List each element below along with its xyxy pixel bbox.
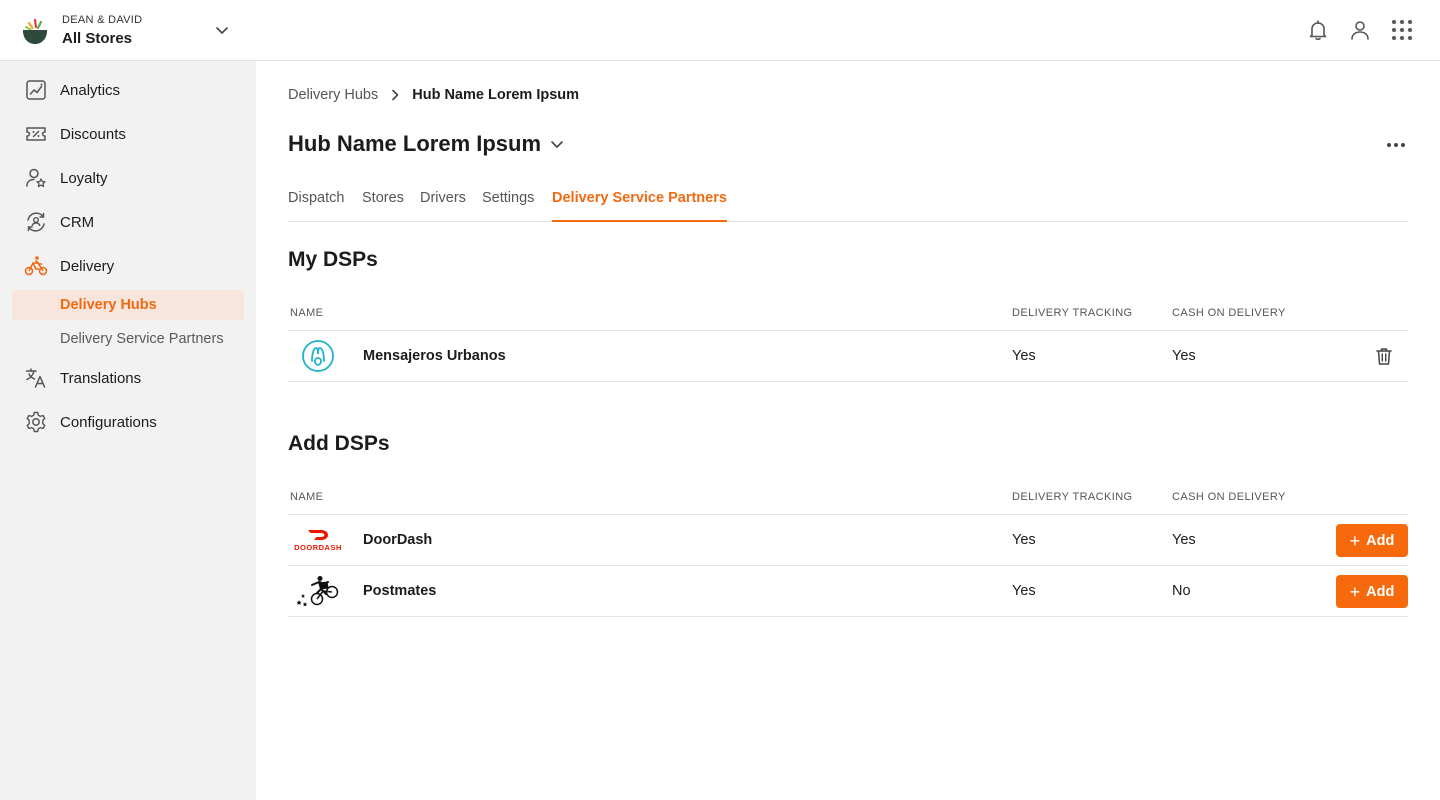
add-dsps-table: NAME DELIVERY TRACKING CASH ON DELIVERY …: [288, 479, 1408, 617]
doordash-logo: DOORDASH: [294, 523, 342, 557]
delivery-bike-icon: [24, 256, 48, 276]
tab-stores[interactable]: Stores: [362, 187, 404, 222]
breadcrumb-link-delivery-hubs[interactable]: Delivery Hubs: [288, 87, 378, 103]
tab-bar: Dispatch Stores Drivers Settings Deliver…: [288, 187, 1408, 222]
doordash-dash-icon: [308, 529, 328, 540]
sidebar-item-configurations[interactable]: Configurations: [12, 407, 244, 437]
sidebar-subitem-label: Delivery Service Partners: [60, 331, 224, 347]
sidebar-item-crm[interactable]: CRM: [12, 207, 244, 237]
dsp-delivery-tracking: Yes: [1012, 532, 1036, 548]
sidebar-item-label: Analytics: [60, 81, 121, 99]
hub-selector[interactable]: Hub Name Lorem Ipsum: [288, 131, 565, 157]
sidebar-subitem-label: Delivery Hubs: [60, 297, 157, 313]
tab-settings[interactable]: Settings: [482, 187, 534, 222]
column-header-delivery-tracking: DELIVERY TRACKING: [1012, 307, 1133, 319]
sidebar-item-label: Discounts: [60, 125, 126, 143]
my-dsps-table: NAME DELIVERY TRACKING CASH ON DELIVERY …: [288, 295, 1408, 382]
tab-dispatch[interactable]: Dispatch: [288, 187, 344, 222]
plus-icon: +: [1349, 581, 1361, 602]
dsp-cash-on-delivery: Yes: [1172, 348, 1196, 364]
sidebar-subitem-delivery-service-partners[interactable]: Delivery Service Partners: [12, 324, 244, 354]
table-row: DOORDASH DoorDash Yes Yes + Add: [288, 515, 1408, 566]
bell-icon[interactable]: [1306, 18, 1330, 42]
org-name: DEAN & DAVID: [62, 14, 143, 26]
sidebar-item-loyalty[interactable]: Loyalty: [12, 163, 244, 193]
sidebar-item-label: Translations: [60, 369, 142, 387]
loyalty-icon: [26, 168, 46, 188]
postmates-logo: [296, 574, 340, 608]
store-selector-label: All Stores: [62, 30, 133, 47]
add-postmates-button[interactable]: + Add: [1336, 575, 1408, 608]
sidebar-item-label: CRM: [60, 213, 95, 231]
trash-icon[interactable]: [1374, 346, 1394, 366]
doordash-logo-text: DOORDASH: [294, 542, 342, 552]
tab-drivers[interactable]: Drivers: [420, 187, 466, 222]
bowl-logo-icon: [23, 18, 47, 44]
column-header-name: NAME: [290, 307, 324, 319]
translate-icon: [25, 368, 46, 388]
store-switcher[interactable]: DEAN & DAVID All Stores: [20, 14, 142, 49]
dsp-name: DoorDash: [363, 532, 433, 548]
add-button-label: Add: [1366, 583, 1395, 600]
table-header: NAME DELIVERY TRACKING CASH ON DELIVERY: [288, 295, 1408, 331]
breadcrumb-current: Hub Name Lorem Ipsum: [412, 87, 580, 103]
apps-grid-icon[interactable]: [1390, 18, 1414, 42]
analytics-icon: [26, 80, 46, 100]
table-row: Postmates Yes No + Add: [288, 566, 1408, 617]
sidebar-item-label: Delivery: [60, 257, 115, 275]
dsp-delivery-tracking: Yes: [1012, 583, 1036, 599]
gear-icon: [26, 411, 46, 433]
sidebar: Analytics Discounts Loyalty CRM Delivery…: [0, 61, 256, 800]
sidebar-item-label: Loyalty: [60, 169, 108, 187]
top-bar: DEAN & DAVID All Stores: [0, 0, 1440, 61]
plus-icon: +: [1349, 530, 1361, 551]
table-row: Mensajeros Urbanos Yes Yes: [288, 331, 1408, 382]
user-profile-icon[interactable]: [1348, 18, 1372, 42]
dsp-cash-on-delivery: No: [1172, 583, 1191, 599]
add-dsps-heading: Add DSPs: [288, 432, 390, 455]
dsp-delivery-tracking: Yes: [1012, 348, 1036, 364]
more-options-icon[interactable]: [1384, 135, 1408, 155]
dsp-name: Postmates: [363, 583, 437, 599]
sidebar-item-analytics[interactable]: Analytics: [12, 75, 244, 105]
crm-icon: [27, 212, 45, 232]
my-dsps-heading: My DSPs: [288, 248, 378, 271]
dsp-name: Mensajeros Urbanos: [363, 348, 506, 364]
column-header-cash-on-delivery: CASH ON DELIVERY: [1172, 491, 1286, 503]
sidebar-item-delivery[interactable]: Delivery: [12, 251, 244, 281]
dsp-cash-on-delivery: Yes: [1172, 532, 1196, 548]
add-button-label: Add: [1366, 532, 1395, 549]
add-doordash-button[interactable]: + Add: [1336, 524, 1408, 557]
sidebar-item-translations[interactable]: Translations: [12, 363, 244, 393]
column-header-delivery-tracking: DELIVERY TRACKING: [1012, 491, 1133, 503]
mensajeros-urbanos-logo: [296, 339, 340, 373]
column-header-name: NAME: [290, 491, 324, 503]
sidebar-item-label: Configurations: [60, 413, 157, 431]
chevron-down-icon[interactable]: [214, 22, 230, 38]
chevron-right-icon: [392, 89, 399, 101]
sidebar-item-discounts[interactable]: Discounts: [12, 119, 244, 149]
tab-delivery-service-partners[interactable]: Delivery Service Partners: [552, 187, 727, 222]
table-header: NAME DELIVERY TRACKING CASH ON DELIVERY: [288, 479, 1408, 515]
sidebar-subitem-delivery-hubs[interactable]: Delivery Hubs: [12, 290, 244, 320]
chevron-down-icon: [551, 141, 563, 148]
breadcrumb: Delivery Hubs Hub Name Lorem Ipsum: [288, 87, 579, 103]
page-title: Hub Name Lorem Ipsum: [288, 131, 542, 156]
discount-icon: [26, 127, 46, 141]
column-header-cash-on-delivery: CASH ON DELIVERY: [1172, 307, 1286, 319]
